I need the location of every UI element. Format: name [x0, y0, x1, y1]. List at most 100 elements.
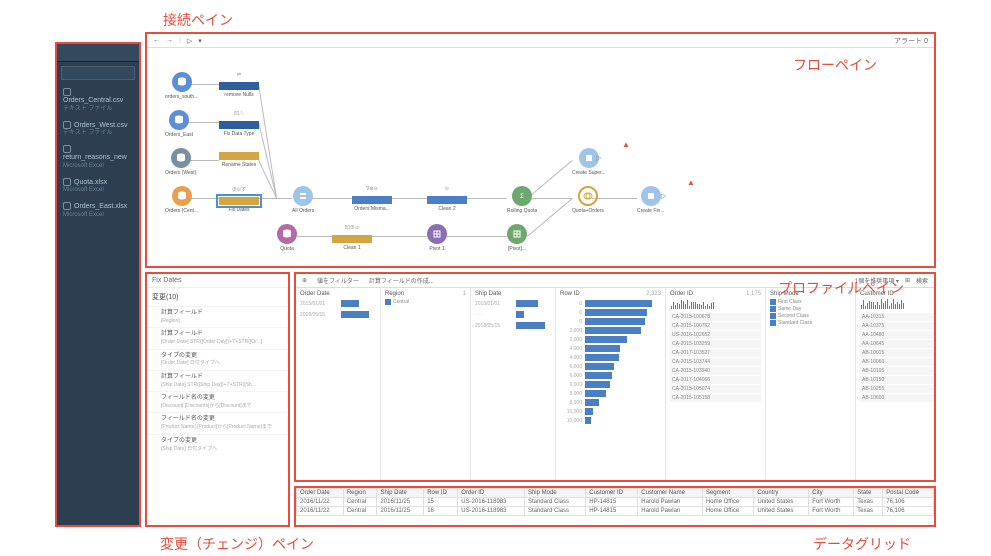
node-label: Create Fin...: [637, 208, 665, 214]
flow-node-pivot_clean[interactable]: [Pivot]...: [507, 224, 527, 252]
play-icon[interactable]: ▷: [187, 37, 192, 45]
node-label: Fix Data Type: [219, 131, 259, 137]
table-row[interactable]: 2016/11/22Central2016/11/2516US-2016-118…: [297, 507, 934, 516]
table-cell: Central: [343, 498, 377, 507]
profile-column[interactable]: Customer IDAA-10315AA-10375AA-10480AA-10…: [856, 288, 934, 480]
flow-node-create_super[interactable]: ▷ Create Super...: [572, 148, 606, 176]
table-cell: Harold Pawlan: [638, 498, 703, 507]
changes-title: 変更(10): [147, 288, 288, 306]
profile-pane: ⊕ 値をフィルター 計算フィールドの作成... 1個を推奨事項 ▾ ⊞ 検索 O…: [294, 272, 936, 482]
filter-icon[interactable]: ⊕: [302, 277, 307, 284]
dropdown-icon[interactable]: ▾: [198, 37, 202, 45]
table-cell: Standard Class: [524, 507, 585, 516]
flow-connector: [372, 236, 427, 237]
column-header[interactable]: Country: [754, 489, 809, 498]
flow-node-quota[interactable]: Quota: [277, 224, 297, 252]
change-item[interactable]: タイプの変更[Ship Date] 日付タイプへ: [147, 434, 288, 455]
column-header[interactable]: City: [809, 489, 854, 498]
column-header[interactable]: Order ID: [458, 489, 525, 498]
column-header[interactable]: Postal Code: [883, 489, 934, 498]
table-cell: Texas: [854, 507, 883, 516]
flow-node-create_fin[interactable]: ▷ Create Fin...: [637, 186, 665, 214]
column-name: Order Date: [300, 291, 330, 297]
flow-node-fix_dates[interactable]: ⊕⊝ずFix Dates: [219, 186, 259, 213]
table-cell: 76,106: [883, 498, 934, 507]
table-cell: HP-14815: [586, 507, 638, 516]
connection-header: [57, 44, 139, 62]
undo-icon[interactable]: ←: [153, 37, 160, 44]
change-item[interactable]: フィールド名の変更[Product Name] [Product]から[Prod…: [147, 412, 288, 433]
table-cell: 2016/11/25: [377, 507, 424, 516]
warning-icon[interactable]: ▲: [622, 140, 630, 148]
flow-node-clean2[interactable]: ⊝Clean 2: [427, 186, 467, 212]
search-icon[interactable]: 検索: [916, 276, 928, 285]
redo-icon[interactable]: →: [166, 37, 173, 44]
label-datagrid: データグリッド: [813, 534, 911, 554]
label-changes: 変更（チェンジ）ペイン: [160, 534, 314, 554]
table-cell: Harold Pawlan: [638, 507, 703, 516]
connection-item[interactable]: Orders_West.csvテキスト ファイル: [57, 117, 139, 141]
flow-node-remove_nulls[interactable]: ⇄remove Nulls: [219, 72, 259, 98]
node-icon: [578, 186, 598, 206]
run-icon[interactable]: ▷: [661, 192, 666, 200]
table-cell: 2016/11/25: [377, 498, 424, 507]
data-table[interactable]: Order DateRegionShip DateRow IDOrder IDS…: [296, 488, 934, 516]
node-label: Clean 1: [332, 245, 372, 251]
label-flow: フローペイン: [793, 55, 877, 75]
change-item[interactable]: 計算フィールド[Region]: [147, 306, 288, 327]
flow-node-orders_central[interactable]: Orders (Cent...: [165, 186, 198, 214]
column-header[interactable]: Customer ID: [586, 489, 638, 498]
connection-pane: Orders_Central.csvテキスト ファイルOrders_West.c…: [55, 42, 141, 527]
connection-item[interactable]: return_reasons_newMicrosoft Excel: [57, 141, 139, 174]
calc-field-button[interactable]: 計算フィールドの作成...: [369, 276, 434, 285]
grid-icon[interactable]: ⊞: [905, 277, 910, 284]
change-item[interactable]: タイプの変更[Order Date] 日付タイプへ: [147, 349, 288, 370]
change-item[interactable]: 計算フィールド[Ship Date] STR([Ship Day])+'/'+S…: [147, 370, 288, 391]
node-label: Create Super...: [572, 170, 606, 176]
flow-node-rename_states[interactable]: Rename States: [219, 148, 259, 168]
profile-column[interactable]: Order ID1,175CA-2015-100678CA-2015-10076…: [666, 288, 766, 480]
profile-column[interactable]: Ship Mode4First ClassSame DaySecond Clas…: [766, 288, 856, 480]
flow-node-rolling_quota[interactable]: ΣRolling Quota: [507, 186, 537, 214]
profile-column[interactable]: Row ID2,3230002,0002,0004,0004,0006,0006…: [556, 288, 666, 480]
flow-node-clean1[interactable]: 凹⊕⊝Clean 1: [332, 224, 372, 251]
flow-node-orders_misma[interactable]: ∇⊕⊝Orders Misma...: [352, 186, 392, 212]
column-header[interactable]: Segment: [702, 489, 753, 498]
connection-item[interactable]: Quota.xlsxMicrosoft Excel: [57, 174, 139, 198]
change-item[interactable]: 計算フィールド[Order Date] STR([Order Day])+'/'…: [147, 327, 288, 348]
column-header[interactable]: Customer Name: [638, 489, 703, 498]
node-icon: [641, 186, 661, 206]
table-cell: US-2016-118983: [458, 507, 525, 516]
connection-item[interactable]: Orders_Central.csvテキスト ファイル: [57, 84, 139, 117]
flow-node-orders_east[interactable]: Orders_East: [165, 110, 193, 138]
flow-node-fix_data_type[interactable]: 凹△Fix Data Type: [219, 110, 259, 137]
table-row[interactable]: 2016/11/22Central2016/11/2515US-2016-118…: [297, 498, 934, 507]
datasource-icon: [63, 145, 71, 153]
column-header[interactable]: Row ID: [424, 489, 458, 498]
profile-column[interactable]: Ship Date2015/01/01· · ·2018/05/15: [471, 288, 556, 480]
node-label: Rolling Quota: [507, 208, 537, 214]
connection-search[interactable]: [61, 66, 135, 80]
warning-icon[interactable]: ▲: [687, 178, 695, 186]
node-icon: [172, 186, 192, 206]
table-cell: US-2016-118983: [458, 498, 525, 507]
column-header[interactable]: Order Date: [297, 489, 344, 498]
profile-column[interactable]: Order Date2015/01/012018/05/15: [296, 288, 381, 480]
filter-values-button[interactable]: 値をフィルター: [317, 276, 359, 285]
flow-node-pivot1[interactable]: Pivot 1: [427, 224, 447, 252]
flow-canvas[interactable]: orders_south... ⇄remove Nulls Orders_East 凹…: [147, 48, 934, 266]
profile-column[interactable]: Region1Central: [381, 288, 471, 480]
column-header[interactable]: Ship Date: [377, 489, 424, 498]
column-header[interactable]: State: [854, 489, 883, 498]
change-item[interactable]: フィールド名の変更[Discount] [Discounts]から[Discou…: [147, 391, 288, 412]
alerts-label[interactable]: アラート 0: [894, 36, 928, 46]
column-header[interactable]: Ship Mode: [524, 489, 585, 498]
connection-item[interactable]: Orders_East.xlsxMicrosoft Excel: [57, 198, 139, 222]
column-header[interactable]: Region: [343, 489, 377, 498]
run-icon[interactable]: ▷: [596, 154, 601, 162]
flow-node-orders_west[interactable]: Orders (West): [165, 148, 196, 176]
flow-node-quota_orders[interactable]: Quota+Orders: [572, 186, 604, 214]
column-name: Region: [385, 291, 404, 297]
flow-node-orders_south[interactable]: orders_south...: [165, 72, 198, 100]
flow-node-all_orders[interactable]: All Orders: [292, 186, 314, 214]
